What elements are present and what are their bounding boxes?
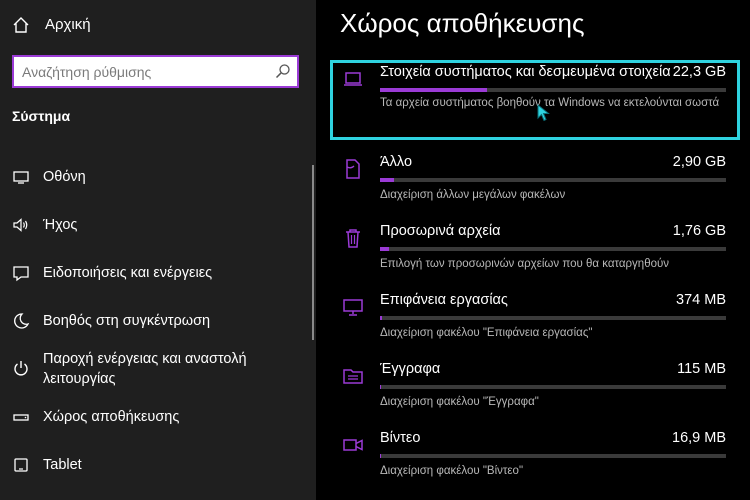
sidebar-item-sound[interactable]: Ήχος bbox=[0, 205, 310, 245]
usage-bar-fill bbox=[380, 247, 389, 251]
sidebar-item-notifications[interactable]: Ειδοποιήσεις και ενέργειες bbox=[0, 253, 310, 293]
usage-bar bbox=[380, 385, 726, 389]
folder-icon bbox=[343, 369, 363, 384]
usage-bar-fill bbox=[380, 454, 382, 458]
category-name: Βίντεο bbox=[380, 430, 421, 446]
category-size: 115 MB bbox=[677, 361, 726, 377]
category-name: Επιφάνεια εργασίας bbox=[380, 292, 508, 308]
storage-icon bbox=[13, 414, 29, 421]
category-name: Έγγραφα bbox=[380, 361, 441, 377]
sidebar-item-label: Χώρος αποθήκευσης bbox=[43, 409, 180, 425]
sidebar-item-display[interactable]: Οθόνη bbox=[0, 157, 310, 197]
usage-bar bbox=[380, 454, 726, 458]
sidebar-item-label: Βοηθός στη συγκέντρωση bbox=[43, 313, 211, 329]
sidebar-item-label: Παροχή ενέργειας και αναστολή λειτουργία… bbox=[43, 351, 247, 387]
storage-category-other[interactable]: Άλλο 2,90 GB Διαχείριση άλλων μεγάλων φα… bbox=[330, 150, 740, 218]
section-title-system: Σύστημα bbox=[12, 108, 71, 124]
category-description: Διαχείριση φακέλου "Βίντεο" bbox=[380, 465, 524, 477]
usage-bar bbox=[380, 178, 726, 182]
usage-bar-fill bbox=[380, 385, 382, 389]
notification-icon bbox=[13, 266, 29, 282]
document-icon bbox=[346, 159, 360, 179]
page-title: Χώρος αποθήκευσης bbox=[340, 8, 585, 38]
laptop-icon bbox=[344, 72, 362, 86]
video-icon bbox=[343, 439, 363, 451]
storage-category-system[interactable]: Στοιχεία συστήματος και δεσμευμένα στοιχ… bbox=[330, 60, 740, 140]
category-name: Προσωρινά αρχεία bbox=[380, 223, 501, 239]
speaker-icon bbox=[13, 218, 28, 232]
category-description: Διαχείριση φακέλου "Έγγραφα" bbox=[380, 396, 539, 408]
usage-bar bbox=[380, 316, 726, 320]
usage-bar-fill bbox=[380, 316, 383, 320]
sidebar-item-label: Οθόνη bbox=[43, 169, 86, 185]
category-size: 22,3 GB bbox=[672, 64, 726, 80]
storage-category-temp-files[interactable]: Προσωρινά αρχεία 1,76 GB Επιλογή των προ… bbox=[330, 219, 740, 287]
category-size: 1,76 GB bbox=[672, 223, 726, 239]
usage-bar bbox=[380, 88, 726, 92]
sidebar-item-label: Tablet bbox=[43, 457, 82, 473]
category-name: Άλλο bbox=[380, 154, 413, 170]
search-input[interactable] bbox=[22, 62, 262, 82]
sidebar-item-label: Ήχος bbox=[43, 217, 78, 233]
home-icon bbox=[13, 17, 29, 33]
mouse-cursor-icon bbox=[537, 104, 550, 122]
storage-category-videos[interactable]: Βίντεο 16,9 MB Διαχείριση φακέλου "Βίντε… bbox=[330, 426, 740, 494]
display-icon bbox=[13, 171, 29, 184]
storage-category-documents[interactable]: Έγγραφα 115 MB Διαχείριση φακέλου "Έγγρα… bbox=[330, 357, 740, 425]
category-description: Διαχείριση άλλων μεγάλων φακέλων bbox=[380, 189, 566, 201]
search-icon[interactable] bbox=[275, 63, 291, 79]
sidebar-item-label: Ειδοποιήσεις και ενέργειες bbox=[43, 265, 213, 281]
storage-category-desktop[interactable]: Επιφάνεια εργασίας 374 MB Διαχείριση φακ… bbox=[330, 288, 740, 356]
sidebar-item-power-sleep[interactable]: Παροχή ενέργειας και αναστολή λειτουργία… bbox=[0, 349, 310, 393]
usage-bar bbox=[380, 247, 726, 251]
sidebar-scrollbar[interactable] bbox=[312, 165, 314, 340]
power-icon bbox=[14, 361, 28, 376]
moon-icon bbox=[14, 313, 30, 329]
category-description: Επιλογή των προσωρινών αρχείων που θα κα… bbox=[380, 258, 670, 270]
search-box[interactable] bbox=[12, 55, 299, 88]
sidebar-item-storage[interactable]: Χώρος αποθήκευσης bbox=[0, 397, 310, 437]
category-name: Στοιχεία συστήματος και δεσμευμένα στοιχ… bbox=[380, 64, 670, 80]
usage-bar-fill bbox=[380, 88, 488, 92]
usage-bar-fill bbox=[380, 178, 394, 182]
home-nav-item[interactable]: Αρχική bbox=[0, 8, 316, 40]
sidebar-item-tablet[interactable]: Tablet bbox=[0, 445, 310, 485]
monitor-icon bbox=[343, 299, 363, 316]
category-size: 2,90 GB bbox=[672, 154, 726, 170]
main-content: Χώρος αποθήκευσης Στοιχεία συστήματος κα… bbox=[316, 0, 750, 500]
sidebar-item-focus-assist[interactable]: Βοηθός στη συγκέντρωση bbox=[0, 301, 310, 341]
trash-icon bbox=[346, 229, 360, 248]
category-size: 374 MB bbox=[676, 292, 726, 308]
tablet-icon bbox=[14, 458, 28, 472]
sidebar: Αρχική Σύστημα Οθόνη Ήχος Ειδοποιήσεις κ… bbox=[0, 0, 316, 500]
category-size: 16,9 MB bbox=[672, 430, 726, 446]
home-label: Αρχική bbox=[45, 16, 91, 33]
category-description: Διαχείριση φακέλου "Επιφάνεια εργασίας" bbox=[380, 327, 593, 339]
